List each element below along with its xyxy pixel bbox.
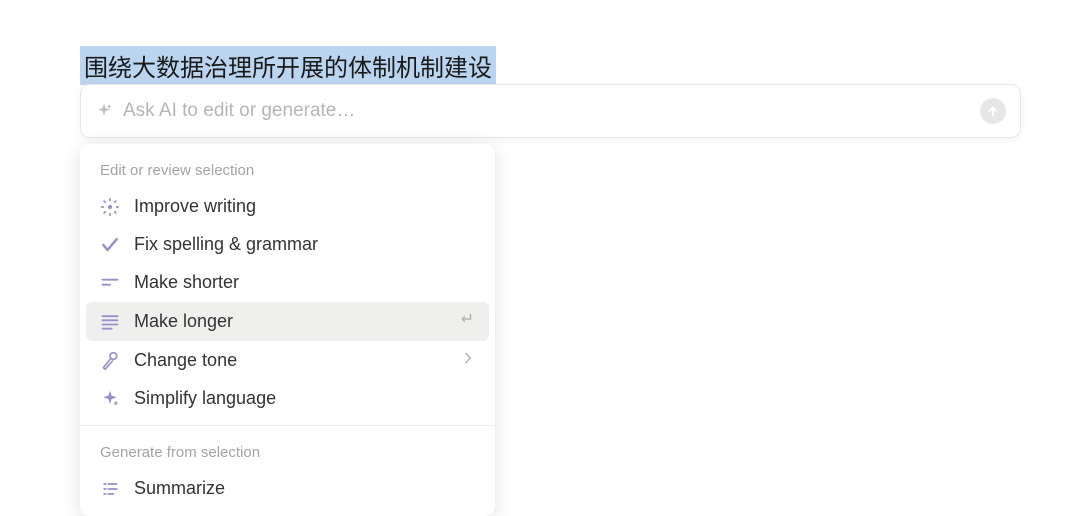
menu-label: Improve writing	[134, 196, 475, 217]
wand-icon	[100, 197, 120, 217]
ai-input-container[interactable]: Ask AI to edit or generate…	[80, 84, 1021, 138]
lines-short-icon	[100, 273, 120, 293]
chevron-right-icon	[461, 351, 475, 370]
menu-item-make-shorter[interactable]: Make shorter	[86, 264, 489, 301]
menu-item-improve-writing[interactable]: Improve writing	[86, 188, 489, 225]
menu-label: Make shorter	[134, 272, 475, 293]
divider	[80, 425, 495, 426]
section-label-edit-review: Edit or review selection	[86, 152, 489, 187]
enter-icon	[457, 310, 475, 333]
menu-item-fix-spelling[interactable]: Fix spelling & grammar	[86, 226, 489, 263]
sparkle-icon	[100, 389, 120, 409]
menu-item-summarize[interactable]: Summarize	[86, 470, 489, 507]
menu-item-change-tone[interactable]: Change tone	[86, 342, 489, 379]
check-icon	[100, 235, 120, 255]
ai-actions-dropdown: Edit or review selection Improve writing…	[80, 144, 495, 516]
menu-label: Make longer	[134, 311, 457, 332]
summarize-icon	[100, 479, 120, 499]
sparkle-icon	[95, 102, 113, 120]
section-label-generate: Generate from selection	[86, 434, 489, 469]
microphone-icon	[100, 351, 120, 371]
menu-label: Summarize	[134, 478, 475, 499]
submit-button[interactable]	[980, 98, 1006, 124]
menu-label: Simplify language	[134, 388, 475, 409]
menu-item-simplify[interactable]: Simplify language	[86, 380, 489, 417]
menu-label: Fix spelling & grammar	[134, 234, 475, 255]
ai-input-placeholder: Ask AI to edit or generate…	[123, 100, 980, 122]
menu-label: Change tone	[134, 350, 461, 371]
menu-item-make-longer[interactable]: Make longer	[86, 302, 489, 341]
selected-text-highlight[interactable]: 围绕大数据治理所开展的体制机制建设	[80, 46, 496, 85]
lines-long-icon	[100, 312, 120, 332]
